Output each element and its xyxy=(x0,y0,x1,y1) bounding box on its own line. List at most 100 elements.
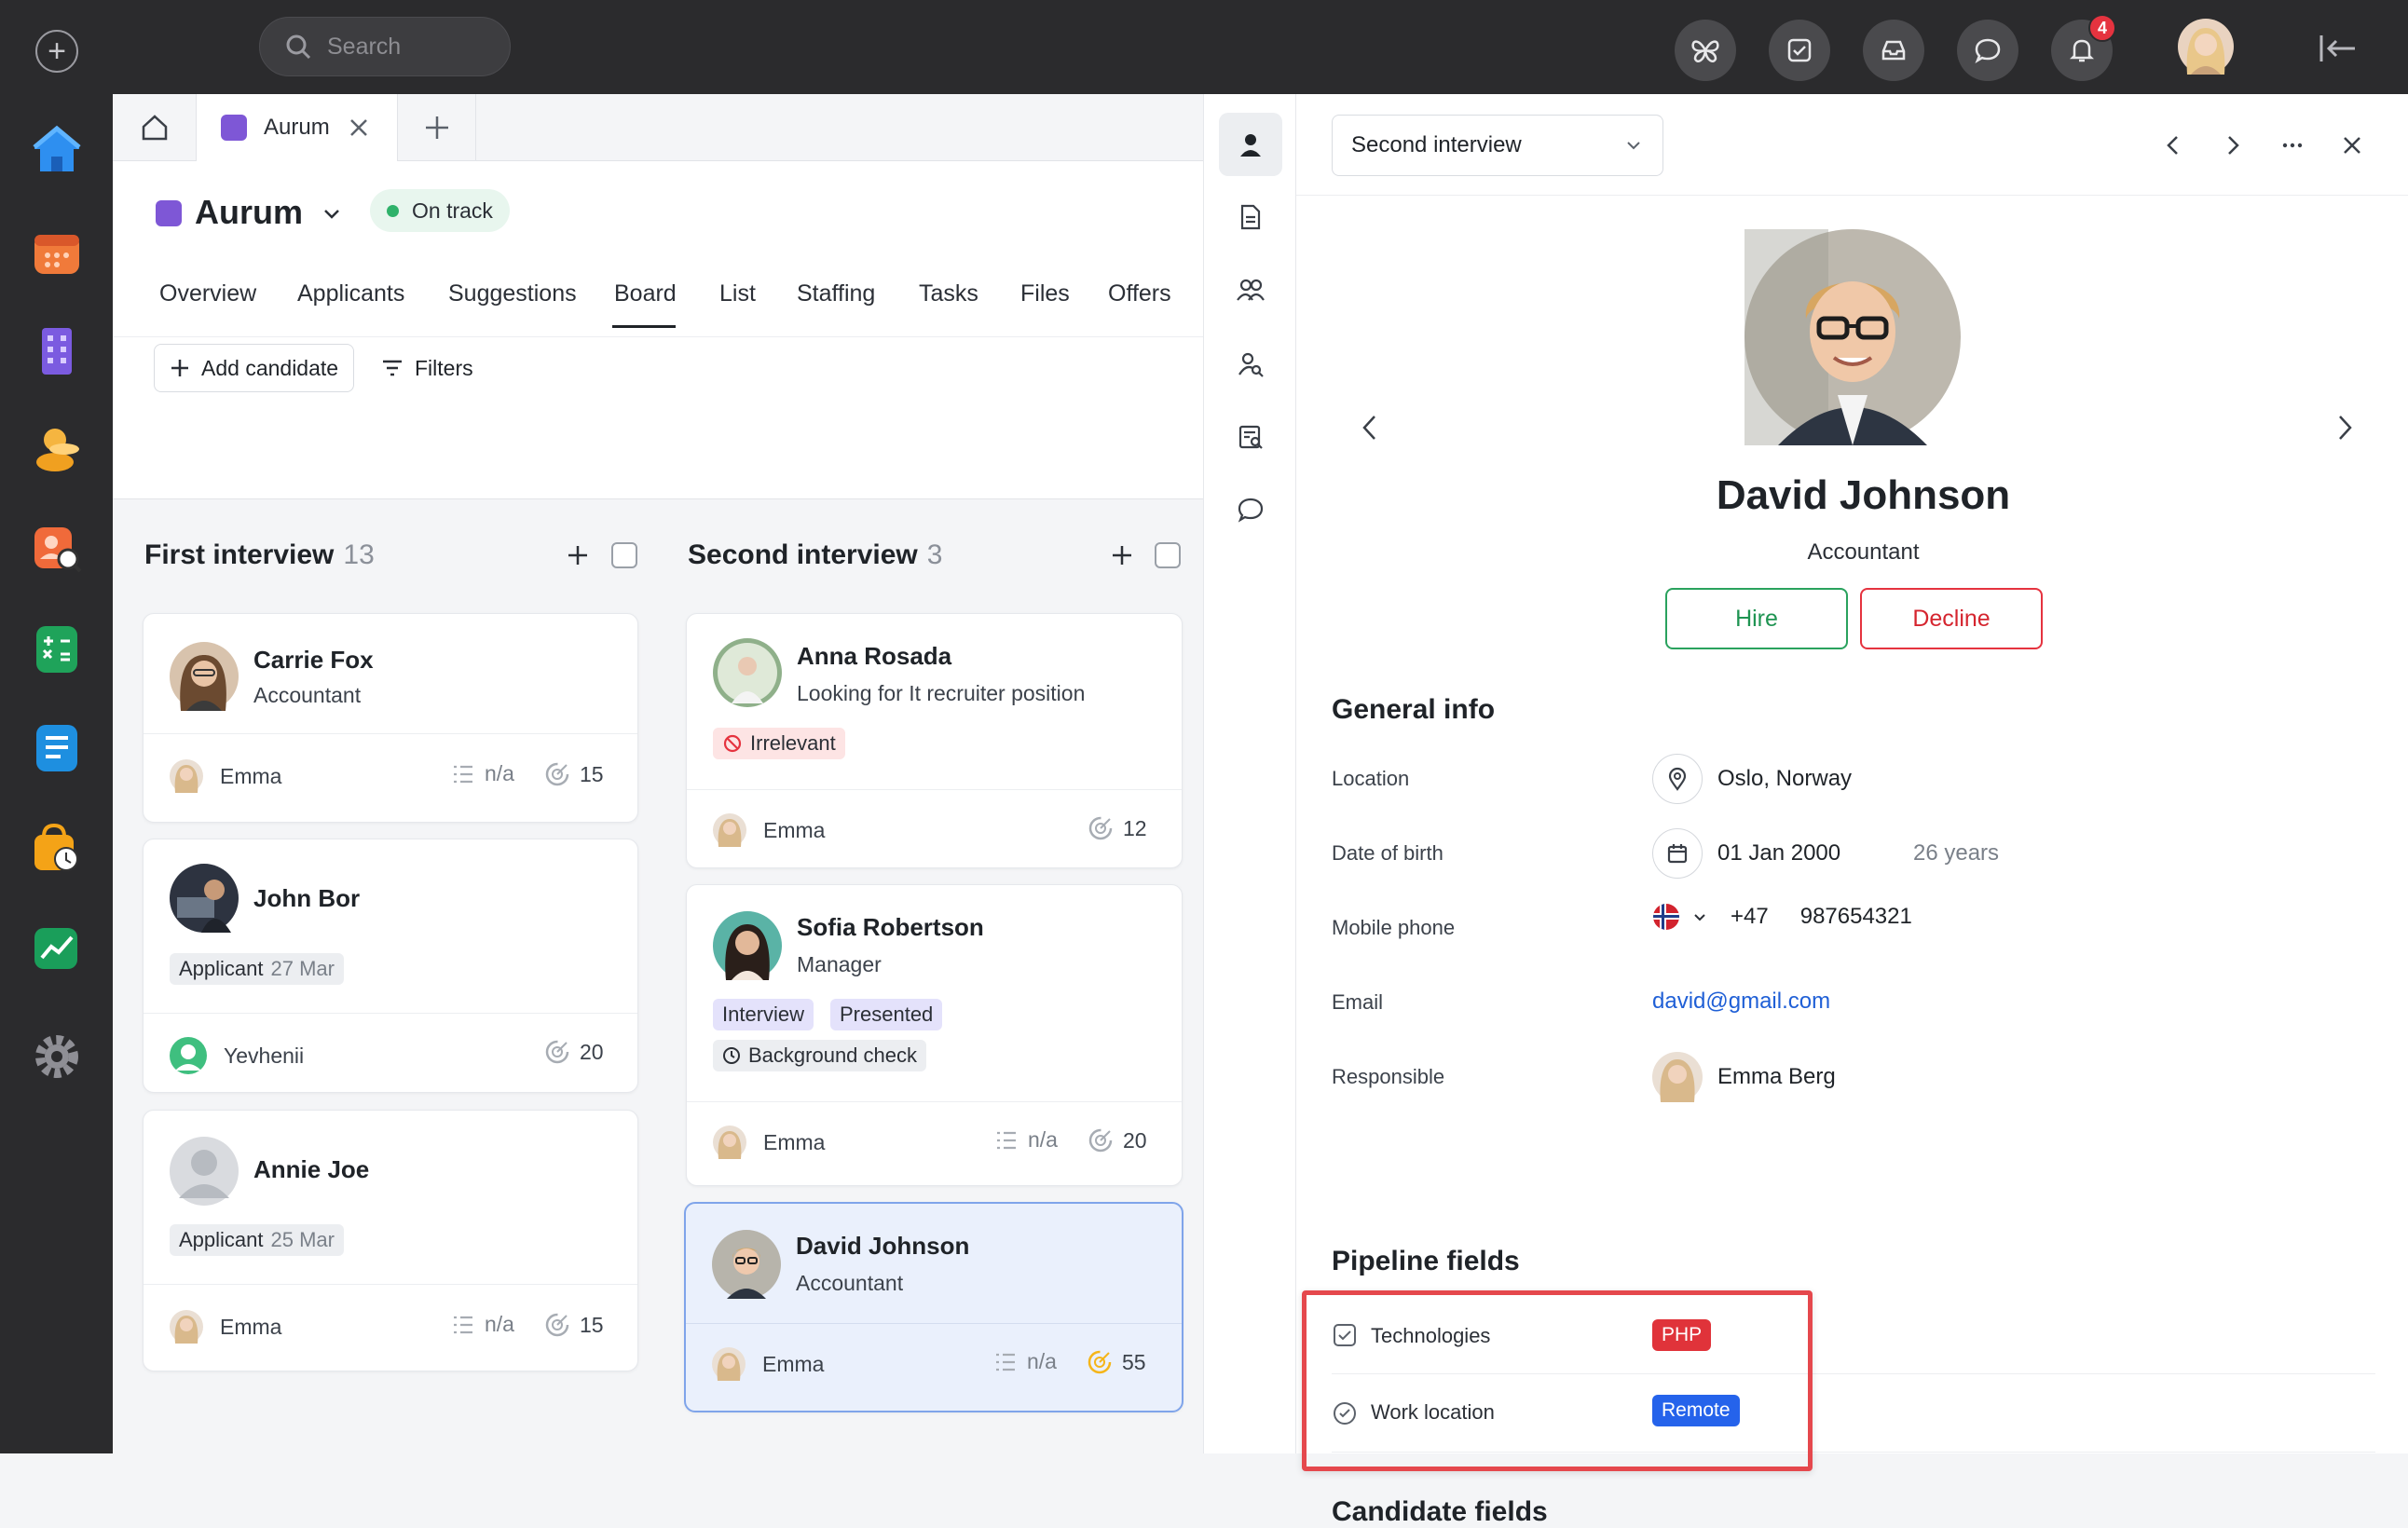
checklist-meta: n/a xyxy=(993,1349,1057,1374)
previous-photo-icon[interactable] xyxy=(1356,411,1384,444)
filters-button[interactable]: Filters xyxy=(366,344,488,392)
profile-rail-button[interactable] xyxy=(1219,113,1282,176)
stage-value: Second interview xyxy=(1351,132,1522,157)
more-options-icon[interactable] xyxy=(2278,131,2306,159)
status-badge[interactable]: On track xyxy=(370,189,510,232)
candidate-avatar xyxy=(170,864,239,937)
add-card-icon[interactable] xyxy=(1110,543,1134,567)
stage-select[interactable]: Second interview xyxy=(1332,115,1663,176)
add-card-icon[interactable] xyxy=(566,543,590,567)
close-panel-icon[interactable] xyxy=(2338,131,2366,159)
owner-name: Yevhenii xyxy=(224,1043,305,1068)
candidate-card-selected[interactable]: David Johnson Accountant Emma n/a 55 xyxy=(684,1202,1183,1412)
score-icon xyxy=(1088,816,1113,840)
tab-files[interactable]: Files xyxy=(1020,280,1070,307)
project-color-icon xyxy=(156,200,182,226)
tab-list[interactable]: List xyxy=(719,280,756,307)
new-tab-button[interactable] xyxy=(398,94,476,161)
checklist-value: n/a xyxy=(1027,1349,1057,1373)
phone-value: +47 987654321 xyxy=(1652,903,1912,931)
tab-overview[interactable]: Overview xyxy=(159,280,256,307)
team-rail-button[interactable] xyxy=(1219,258,1282,321)
country-select[interactable] xyxy=(1652,903,1708,931)
candidate-card[interactable]: Carrie Fox Accountant Emma n/a 15 xyxy=(143,613,638,823)
search-person-rail-button[interactable] xyxy=(1219,333,1282,396)
tab-offers[interactable]: Offers xyxy=(1108,280,1171,307)
score-value: 20 xyxy=(1123,1127,1147,1153)
inbox-button[interactable] xyxy=(1863,20,1924,81)
tab-board[interactable]: Board xyxy=(614,280,677,307)
chat-button[interactable] xyxy=(1957,20,2018,81)
previous-candidate-icon[interactable] xyxy=(2159,131,2187,159)
email-link[interactable]: david@gmail.com xyxy=(1652,989,1830,1015)
tab-staffing[interactable]: Staffing xyxy=(797,280,875,307)
decline-button[interactable]: Decline xyxy=(1860,588,2043,649)
review-rail-button[interactable] xyxy=(1219,405,1282,469)
documents-rail-button[interactable] xyxy=(1219,185,1282,249)
candidate-card[interactable]: John Bor Applicant 27 Mar Yevhenii 20 xyxy=(143,839,638,1093)
candidate-card[interactable]: Anna Rosada Looking for It recruiter pos… xyxy=(686,613,1183,868)
docs-app-icon[interactable] xyxy=(29,719,85,775)
tab-applicants[interactable]: Applicants xyxy=(297,280,404,307)
chevron-down-icon xyxy=(1627,142,1640,150)
candidate-card[interactable]: Annie Joe Applicant 25 Mar Emma n/a 15 xyxy=(143,1110,638,1371)
score-meta: 20 xyxy=(1088,1127,1147,1153)
score-meta: 12 xyxy=(1088,815,1147,841)
tab-aurum[interactable]: Aurum xyxy=(197,94,398,161)
checklist-icon xyxy=(997,1131,1016,1149)
column-header-first-interview: First interview 13 xyxy=(144,539,375,571)
sheets-app-icon[interactable] xyxy=(29,621,85,676)
home-tab[interactable] xyxy=(113,94,197,161)
hire-button[interactable]: Hire xyxy=(1665,588,1848,649)
user-avatar[interactable] xyxy=(2178,19,2234,79)
company-app-icon[interactable] xyxy=(29,322,85,378)
top-bar: Search 4 xyxy=(113,0,2408,94)
collapse-sidebar-icon[interactable] xyxy=(2318,32,2359,70)
close-tab-icon[interactable] xyxy=(347,116,371,140)
calendar-app-icon[interactable] xyxy=(29,224,85,280)
status-dot-icon xyxy=(387,204,399,217)
tab-tasks[interactable]: Tasks xyxy=(919,280,978,307)
notifications-button[interactable]: 4 xyxy=(2051,14,2116,81)
plus-icon xyxy=(171,360,188,376)
settings-app-icon[interactable] xyxy=(29,1029,85,1085)
select-column-checkbox[interactable] xyxy=(1155,542,1181,568)
owner-name: Emma xyxy=(220,1314,282,1339)
recruiting-app-icon[interactable] xyxy=(29,520,85,576)
dob-text: 01 Jan 2000 xyxy=(1717,840,1841,866)
app-sidebar: + xyxy=(0,0,113,1453)
next-candidate-icon[interactable] xyxy=(2219,131,2247,159)
home-app-icon[interactable] xyxy=(29,121,85,177)
notification-badge: 4 xyxy=(2088,14,2116,42)
age-text: 26 years xyxy=(1913,840,2000,866)
score-icon xyxy=(1088,1128,1113,1153)
norway-flag-icon xyxy=(1653,904,1679,930)
card-owner: Emma xyxy=(170,759,281,793)
add-candidate-button[interactable]: Add candidate xyxy=(154,344,355,392)
add-app-icon[interactable]: + xyxy=(35,30,78,73)
checklist-value: n/a xyxy=(1028,1127,1058,1152)
next-photo-icon[interactable] xyxy=(2331,411,2359,444)
candidate-card[interactable]: Sofia Robertson Manager Interview Presen… xyxy=(686,884,1183,1186)
chevron-down-icon[interactable] xyxy=(320,202,344,226)
project-title[interactable]: Aurum xyxy=(195,193,303,232)
presented-tag: Presented xyxy=(830,999,943,1030)
search-input[interactable]: Search xyxy=(259,17,511,76)
toolbar-divider xyxy=(113,336,1203,337)
tab-suggestions[interactable]: Suggestions xyxy=(448,280,577,307)
card-divider xyxy=(686,1323,1182,1324)
home-icon xyxy=(142,115,167,141)
apps-button[interactable] xyxy=(1675,20,1736,81)
store-app-icon[interactable] xyxy=(29,820,85,876)
people-app-icon[interactable] xyxy=(29,421,85,477)
responsible-label: Responsible xyxy=(1332,1065,1445,1088)
responsible-value[interactable]: Emma Berg xyxy=(1652,1052,1836,1102)
block-icon xyxy=(723,734,742,753)
select-column-checkbox[interactable] xyxy=(611,542,637,568)
owner-avatar xyxy=(170,759,203,793)
checklist-meta: n/a xyxy=(994,1127,1058,1153)
column-header-second-interview: Second interview 3 xyxy=(688,539,942,571)
analytics-app-icon[interactable] xyxy=(29,919,85,975)
tasks-button[interactable] xyxy=(1769,20,1830,81)
comments-rail-button[interactable] xyxy=(1219,478,1282,541)
